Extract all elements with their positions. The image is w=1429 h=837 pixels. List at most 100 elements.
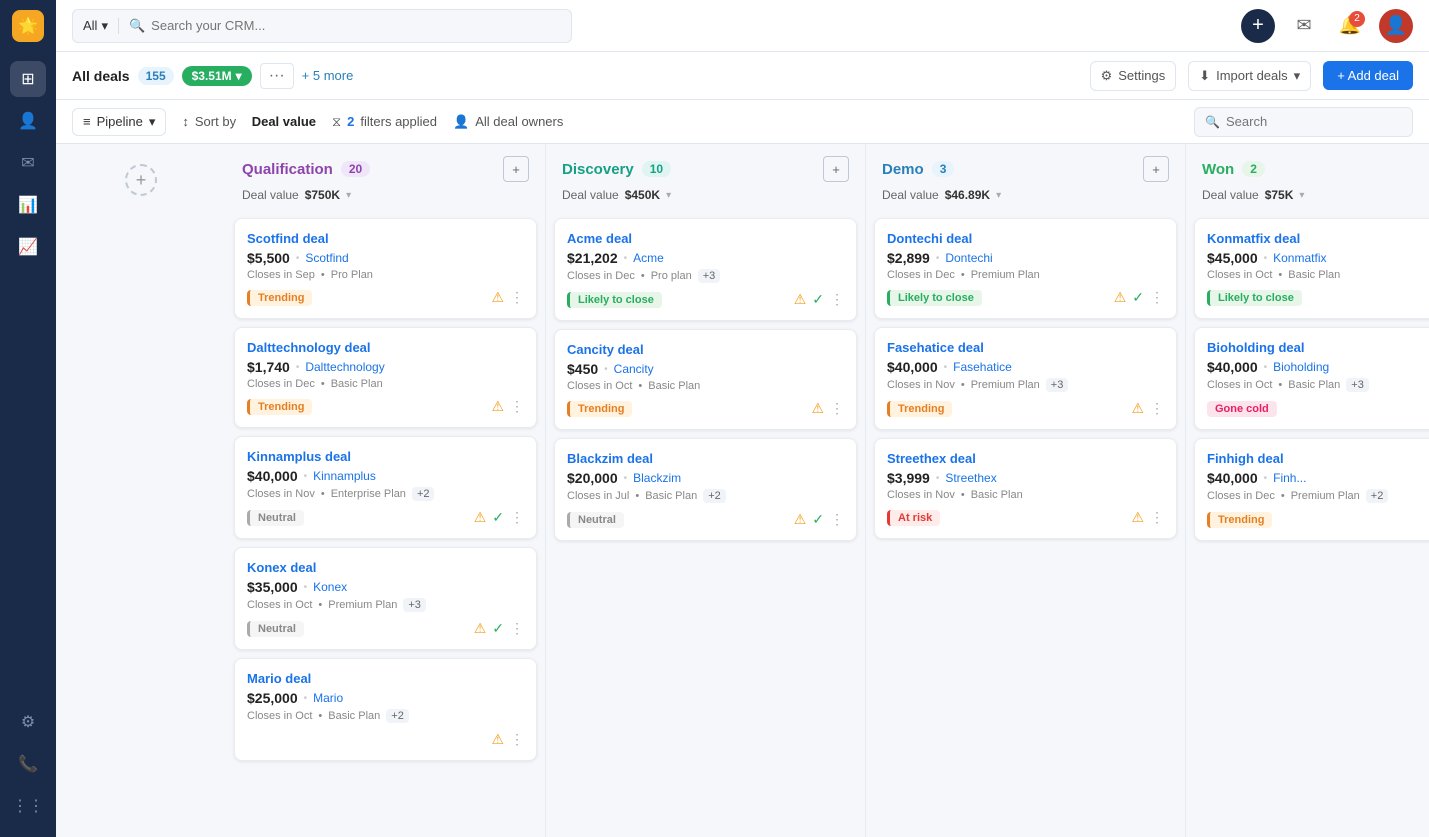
- deal-card[interactable]: Konmatfix deal $45,000 • Konmatfix Close…: [1194, 218, 1429, 319]
- warning-icon[interactable]: ⚠: [474, 620, 487, 637]
- deal-card[interactable]: Streethex deal $3,999 • Streethex Closes…: [874, 438, 1177, 539]
- check-icon[interactable]: ✓: [812, 511, 824, 528]
- more-icon[interactable]: ⋮: [510, 289, 524, 306]
- more-icon[interactable]: ⋮: [510, 509, 524, 526]
- search-filter-dropdown[interactable]: All ▾: [83, 18, 119, 34]
- filters-button[interactable]: ⧖ 2 filters applied: [332, 114, 437, 130]
- warning-icon[interactable]: ⚠: [794, 511, 807, 528]
- sidebar-icon-home[interactable]: ⊞: [10, 61, 46, 97]
- sidebar-icon-settings[interactable]: ⚙: [10, 704, 46, 740]
- deal-company[interactable]: Mario: [313, 691, 343, 705]
- settings-button[interactable]: ⚙ Settings: [1090, 61, 1177, 91]
- quick-add-button[interactable]: +: [1241, 9, 1275, 43]
- warning-icon[interactable]: ⚠: [1131, 400, 1144, 417]
- more-icon[interactable]: ⋮: [510, 620, 524, 637]
- sidebar-icon-phone[interactable]: 📞: [10, 746, 46, 782]
- board-search-input[interactable]: [1226, 114, 1402, 129]
- deal-company[interactable]: Kinnamplus: [313, 469, 376, 483]
- pipeline-dropdown[interactable]: ≡ Pipeline ▾: [72, 108, 166, 136]
- deal-card[interactable]: Blackzim deal $20,000 • Blackzim Closes …: [554, 438, 857, 541]
- user-avatar[interactable]: 👤: [1379, 9, 1413, 43]
- deal-card[interactable]: Finhigh deal $40,000 • Finh... Closes in…: [1194, 438, 1429, 541]
- plan-more: +2: [412, 487, 435, 501]
- bell-icon[interactable]: 🔔 2: [1333, 9, 1367, 43]
- more-columns-link[interactable]: + 5 more: [302, 68, 354, 83]
- column-discovery: Discovery 10 + Deal value $450K ▾ Acme d…: [546, 144, 866, 837]
- col-add-card-button-discovery[interactable]: +: [823, 156, 849, 182]
- add-deal-button[interactable]: + Add deal: [1323, 61, 1413, 90]
- app-logo[interactable]: 🌟: [12, 10, 44, 42]
- more-options-button[interactable]: ···: [260, 63, 294, 89]
- deal-card[interactable]: Acme deal $21,202 • Acme Closes in Dec •…: [554, 218, 857, 321]
- deal-company[interactable]: Acme: [633, 251, 664, 265]
- check-icon[interactable]: ✓: [812, 291, 824, 308]
- sidebar-icon-email[interactable]: ✉: [10, 145, 46, 181]
- deal-company[interactable]: Blackzim: [633, 471, 681, 485]
- deal-card[interactable]: Fasehatice deal $40,000 • Fasehatice Clo…: [874, 327, 1177, 430]
- warning-icon[interactable]: ⚠: [491, 289, 504, 306]
- check-icon[interactable]: ✓: [492, 620, 504, 637]
- deals-amount-badge[interactable]: $3.51M ▾: [182, 66, 252, 86]
- warning-icon[interactable]: ⚠: [491, 398, 504, 415]
- deal-company[interactable]: Fasehatice: [953, 360, 1012, 374]
- deal-card[interactable]: Konex deal $35,000 • Konex Closes in Oct…: [234, 547, 537, 650]
- deal-card[interactable]: Dontechi deal $2,899 • Dontechi Closes i…: [874, 218, 1177, 319]
- pipeline-icon: ≡: [83, 114, 91, 129]
- sidebar-icon-grid[interactable]: ⋮⋮: [10, 788, 46, 824]
- more-icon[interactable]: ⋮: [830, 511, 844, 528]
- sidebar-icon-contacts[interactable]: 👤: [10, 103, 46, 139]
- deal-company[interactable]: Bioholding: [1273, 360, 1329, 374]
- more-icon[interactable]: ⋮: [510, 398, 524, 415]
- sidebar-icon-analytics[interactable]: 📈: [10, 229, 46, 265]
- email-icon[interactable]: ✉: [1287, 9, 1321, 43]
- deal-plan: Basic Plan: [328, 710, 380, 722]
- plan-more: +3: [403, 598, 426, 612]
- deal-company[interactable]: Konmatfix: [1273, 251, 1326, 265]
- warning-icon[interactable]: ⚠: [1114, 289, 1127, 306]
- more-icon[interactable]: ⋮: [1150, 289, 1164, 306]
- deal-card[interactable]: Mario deal $25,000 • Mario Closes in Oct…: [234, 658, 537, 761]
- more-icon[interactable]: ⋮: [830, 291, 844, 308]
- deal-title: Dontechi deal: [887, 231, 1164, 246]
- col-title-demo: Demo: [882, 161, 924, 178]
- warning-icon[interactable]: ⚠: [794, 291, 807, 308]
- deal-company[interactable]: Scotfind: [305, 251, 348, 265]
- deal-company[interactable]: Finh...: [1273, 471, 1306, 485]
- warning-icon[interactable]: ⚠: [474, 509, 487, 526]
- check-icon[interactable]: ✓: [1132, 289, 1144, 306]
- add-stage-left-button[interactable]: +: [125, 164, 157, 196]
- subheader-right: ⚙ Settings ⬇ Import deals ▾ + Add deal: [1090, 61, 1413, 91]
- check-icon[interactable]: ✓: [492, 509, 504, 526]
- col-add-card-button-qualification[interactable]: +: [503, 156, 529, 182]
- col-value-amount-won: $75K: [1265, 188, 1294, 202]
- more-icon[interactable]: ⋮: [1150, 400, 1164, 417]
- deal-card[interactable]: Bioholding deal $40,000 • Bioholding Clo…: [1194, 327, 1429, 430]
- deal-card[interactable]: Dalttechnology deal $1,740 • Dalttechnol…: [234, 327, 537, 428]
- deal-tag: Gone cold: [1207, 401, 1277, 417]
- import-deals-button[interactable]: ⬇ Import deals ▾: [1188, 61, 1311, 91]
- deal-company[interactable]: Dontechi: [945, 251, 992, 265]
- deal-company[interactable]: Dalttechnology: [305, 360, 384, 374]
- deal-tag: Neutral: [247, 621, 304, 637]
- deal-title: Konmatfix deal: [1207, 231, 1429, 246]
- search-input[interactable]: [151, 18, 561, 33]
- more-icon[interactable]: ⋮: [830, 400, 844, 417]
- deal-card[interactable]: Cancity deal $450 • Cancity Closes in Oc…: [554, 329, 857, 430]
- owners-button[interactable]: 👤 All deal owners: [453, 114, 563, 130]
- deal-company[interactable]: Cancity: [614, 362, 654, 376]
- search-container[interactable]: All ▾ 🔍: [72, 9, 572, 43]
- deal-meta: Closes in Nov • Premium Plan +3: [887, 378, 1164, 392]
- more-icon[interactable]: ⋮: [510, 731, 524, 748]
- deal-company[interactable]: Konex: [313, 580, 347, 594]
- board-search[interactable]: 🔍: [1194, 107, 1413, 137]
- sort-button[interactable]: ↕ Sort by Deal value: [182, 114, 316, 129]
- deal-company[interactable]: Streethex: [945, 471, 996, 485]
- sidebar-icon-reports[interactable]: 📊: [10, 187, 46, 223]
- deal-card[interactable]: Scotfind deal $5,500 • Scotfind Closes i…: [234, 218, 537, 319]
- deal-card[interactable]: Kinnamplus deal $40,000 • Kinnamplus Clo…: [234, 436, 537, 539]
- warning-icon[interactable]: ⚠: [1131, 509, 1144, 526]
- warning-icon[interactable]: ⚠: [811, 400, 824, 417]
- col-add-card-button-demo[interactable]: +: [1143, 156, 1169, 182]
- warning-icon[interactable]: ⚠: [491, 731, 504, 748]
- more-icon[interactable]: ⋮: [1150, 509, 1164, 526]
